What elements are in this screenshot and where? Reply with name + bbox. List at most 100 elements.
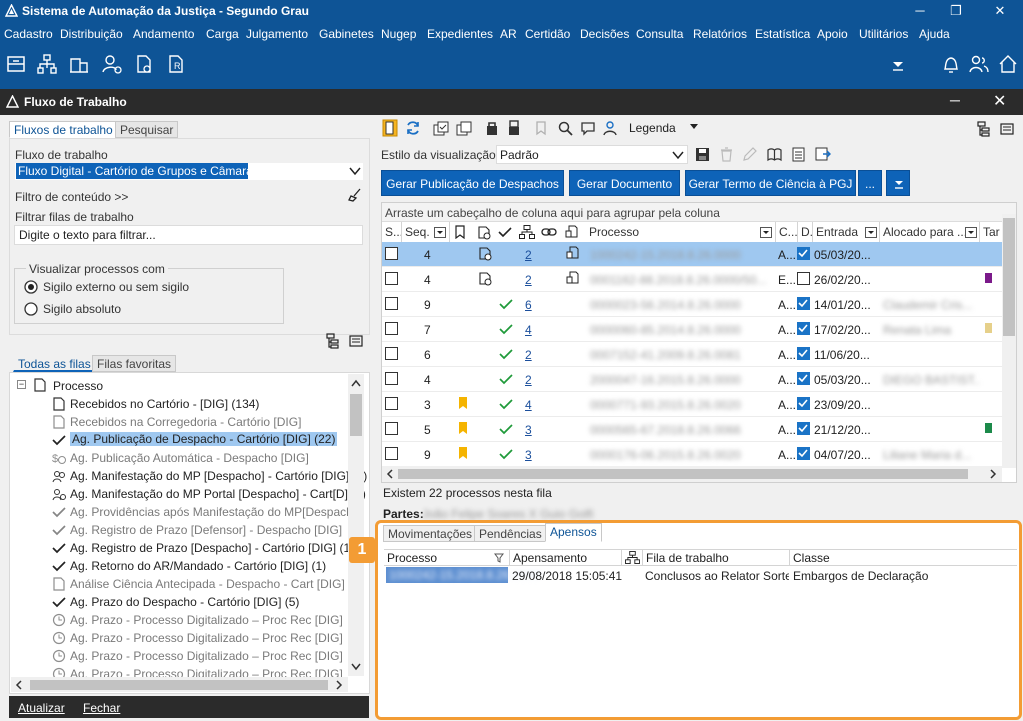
row-d-checkbox[interactable] bbox=[797, 422, 810, 435]
row-link-count[interactable]: 4 bbox=[525, 323, 532, 337]
broom-icon[interactable] bbox=[348, 188, 362, 202]
tree-item[interactable]: Análise Ciência Antecipada - Despacho - … bbox=[52, 575, 350, 593]
menu-ar[interactable]: AR bbox=[500, 27, 517, 41]
menu-cadastro[interactable]: Cadastro bbox=[4, 27, 53, 41]
scroll-right-icon[interactable] bbox=[988, 468, 998, 480]
col-header-select[interactable]: S... bbox=[382, 222, 402, 242]
gerar-termo-ciencia-button[interactable]: Gerar Termo de Ciência à PGJ bbox=[685, 170, 856, 196]
col-header-tar[interactable]: Tar bbox=[980, 222, 1002, 242]
filter-dropdown-icon[interactable] bbox=[760, 227, 772, 238]
panel-close-button[interactable]: ✕ bbox=[993, 91, 1006, 111]
row-link-count[interactable]: 2 bbox=[525, 248, 532, 262]
tree-item[interactable]: Ag. Providências após Manifestação do MP… bbox=[52, 503, 363, 521]
tab-pendencias[interactable]: Pendências bbox=[474, 525, 547, 542]
row-d-checkbox[interactable] bbox=[797, 372, 810, 385]
row-processo[interactable]: 0001162-88.2018.8.26.0000/50... bbox=[590, 273, 774, 287]
tree-item[interactable]: Ag. Publicação de Despacho - Cartório [D… bbox=[52, 431, 350, 449]
row-processo[interactable]: 0000771-93.2015.8.26.0020 bbox=[590, 398, 774, 412]
menu-relatorios[interactable]: Relatórios bbox=[693, 27, 747, 41]
filter-dropdown-icon[interactable] bbox=[865, 227, 877, 238]
content-filter-link[interactable]: Filtro de conteúdo >> bbox=[15, 190, 128, 204]
menu-expedientes[interactable]: Expedientes bbox=[427, 27, 493, 41]
notification-bell-icon[interactable] bbox=[940, 53, 962, 75]
hierarchy-icon[interactable] bbox=[976, 121, 992, 137]
apensos-col-classe[interactable]: Classe bbox=[790, 550, 940, 565]
tab-filas-favoritas[interactable]: Filas favoritas bbox=[92, 355, 177, 372]
select-all-icon[interactable] bbox=[433, 121, 449, 137]
hierarchy-icon[interactable] bbox=[325, 333, 341, 349]
collapse-list-icon[interactable] bbox=[1000, 122, 1014, 136]
tree-item[interactable]: Ag. Registro de Prazo [Despacho] - Cartó… bbox=[52, 539, 361, 557]
dropdown-arrow-icon[interactable] bbox=[887, 53, 909, 75]
apensos-col-fila[interactable]: Fila de trabalho bbox=[642, 550, 790, 565]
row-processo[interactable]: 1000242-15.2018.8.26.0000 bbox=[590, 248, 774, 262]
org-chart-icon[interactable] bbox=[36, 53, 58, 75]
menu-andamento[interactable]: Andamento bbox=[133, 27, 194, 41]
minimize-button[interactable]: ─ bbox=[910, 2, 930, 20]
col-header-d[interactable]: D... bbox=[798, 222, 813, 242]
row-link-count[interactable]: 3 bbox=[525, 423, 532, 437]
menu-utilitarios[interactable]: Utilitários bbox=[859, 27, 908, 41]
grid-hscroll-thumb[interactable] bbox=[398, 469, 968, 479]
tab-movimentacoes[interactable]: Movimentações bbox=[383, 525, 478, 542]
deselect-all-icon[interactable] bbox=[456, 121, 472, 137]
menu-estatistica[interactable]: Estatística bbox=[755, 27, 810, 41]
row-select-checkbox[interactable] bbox=[385, 272, 398, 285]
row-select-checkbox[interactable] bbox=[385, 297, 398, 310]
menu-distribuicao[interactable]: Distribuição bbox=[60, 27, 123, 41]
gerar-documento-button[interactable]: Gerar Documento bbox=[569, 170, 680, 196]
table-row[interactable]: 6 2 0007152-41.2009.8.26.0081 A... 11/06/20.… bbox=[382, 342, 1002, 367]
row-select-checkbox[interactable] bbox=[385, 422, 398, 435]
dropdown-actions-button[interactable] bbox=[886, 170, 910, 196]
radio-selected-icon[interactable] bbox=[24, 280, 38, 294]
tree-item[interactable]: Ag. Manifestação do MP [Despacho] - Cart… bbox=[52, 467, 367, 485]
table-row[interactable]: 4 2 2000047-16.2015.8.26.0000 A... 05/03/20.… bbox=[382, 367, 1002, 392]
search-document-icon[interactable] bbox=[557, 120, 573, 136]
menu-carga[interactable]: Carga bbox=[206, 27, 239, 41]
scroll-left-icon[interactable] bbox=[385, 468, 395, 480]
table-row[interactable]: 7 4 0000060-85.2014.8.26.0000 A... 17/02/20.… bbox=[382, 317, 1002, 342]
tree-item[interactable]: Ag. Prazo - Processo Digitalizado – Proc… bbox=[52, 611, 350, 629]
caret-down-icon[interactable] bbox=[690, 124, 698, 130]
tree-item[interactable]: Ag. Prazo - Processo Digitalizado – Proc… bbox=[52, 647, 350, 665]
close-window-button[interactable]: ✕ bbox=[990, 2, 1010, 20]
row-select-checkbox[interactable] bbox=[385, 247, 398, 260]
tree-item[interactable]: Ag. Registro de Prazo [Defensor] - Despa… bbox=[52, 521, 350, 539]
menu-consulta[interactable]: Consulta bbox=[636, 27, 683, 41]
menu-gabinetes[interactable]: Gabinetes bbox=[319, 27, 374, 41]
row-select-checkbox[interactable] bbox=[385, 447, 398, 460]
row-d-checkbox[interactable] bbox=[797, 272, 810, 285]
more-options-button[interactable]: ... bbox=[858, 170, 882, 196]
row-select-checkbox[interactable] bbox=[385, 347, 398, 360]
menu-apoio[interactable]: Apoio bbox=[817, 27, 848, 41]
queue-filter-input[interactable]: Digite o texto para filtrar... bbox=[14, 225, 363, 245]
table-row[interactable]: 5 3 0000565-67.2018.8.26.0066 A... 21/12/20.… bbox=[382, 417, 1002, 442]
row-d-checkbox[interactable] bbox=[797, 247, 810, 260]
apensos-col-processo[interactable]: Processo bbox=[384, 550, 510, 565]
menu-decisoes[interactable]: Decisões bbox=[580, 27, 629, 41]
table-row[interactable]: 3 4 0000771-93.2015.8.26.0020 A... 23/09/20.… bbox=[382, 392, 1002, 417]
row-d-checkbox[interactable] bbox=[797, 322, 810, 335]
apensos-col-apensamento[interactable]: Apensamento bbox=[510, 550, 622, 565]
row-select-checkbox[interactable] bbox=[385, 322, 398, 335]
legend-button[interactable]: Legenda bbox=[629, 121, 676, 135]
row-link-count[interactable]: 2 bbox=[525, 273, 532, 287]
atualizar-button[interactable]: Atualizar bbox=[18, 701, 65, 715]
filter-dropdown-icon[interactable] bbox=[965, 227, 977, 238]
row-d-checkbox[interactable] bbox=[797, 447, 810, 460]
table-row[interactable]: 9 3 0000176-06.2015.8.26.0020 A... 04/07/20.… bbox=[382, 442, 1002, 467]
row-link-count[interactable]: 2 bbox=[525, 373, 532, 387]
fechar-button[interactable]: Fechar bbox=[83, 701, 120, 715]
book-icon[interactable] bbox=[767, 147, 782, 162]
tree-collapse-toggle[interactable]: − bbox=[17, 380, 26, 389]
menu-nugep[interactable]: Nugep bbox=[381, 27, 416, 41]
users-icon[interactable] bbox=[968, 53, 990, 75]
row-d-checkbox[interactable] bbox=[797, 297, 810, 310]
drawer-icon[interactable] bbox=[5, 53, 27, 75]
row-link-count[interactable]: 3 bbox=[525, 448, 532, 462]
table-row[interactable]: 4 2 1000242-15.2018.8.26.0000 A... 05/03/20.… bbox=[382, 242, 1002, 267]
filter-dropdown-icon[interactable] bbox=[434, 227, 446, 238]
row-d-checkbox[interactable] bbox=[797, 397, 810, 410]
row-processo[interactable]: 0000176-06.2015.8.26.0020 bbox=[590, 448, 774, 462]
scroll-down-icon[interactable] bbox=[350, 662, 362, 672]
